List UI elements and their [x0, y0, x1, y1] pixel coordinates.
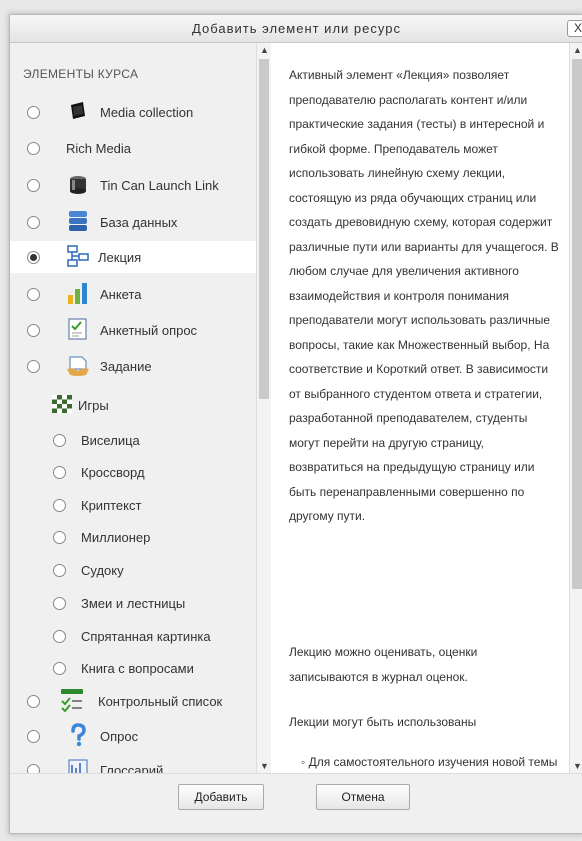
option-label: Виселица: [81, 433, 140, 448]
radio-button[interactable]: [27, 360, 40, 373]
dialog-title: Добавить элемент или ресурс: [192, 21, 401, 36]
description-pane: Активный элемент «Лекция» позволяет преп…: [271, 43, 569, 773]
lesson-icon: [67, 245, 89, 267]
option-game[interactable]: Судоку: [10, 554, 256, 586]
option-label: Tin Can Launch Link: [100, 178, 219, 193]
option-game[interactable]: Криптекст: [10, 489, 256, 521]
bullet-text: Для самостоятельного изучения новой темы: [308, 755, 558, 769]
group-label: Игры: [78, 398, 109, 413]
survey-icon: [68, 318, 87, 340]
option-tin-can[interactable]: Tin Can Launch Link: [10, 169, 256, 201]
option-game[interactable]: Спрятанная картинка: [10, 620, 256, 652]
description-bullet: ◦ Для самостоятельного изучения новой те…: [301, 750, 557, 773]
option-label: Media collection: [100, 105, 194, 120]
radio-button[interactable]: [53, 630, 66, 643]
right-scrollbar[interactable]: ▲ ▼: [569, 43, 582, 773]
close-button[interactable]: X: [567, 20, 582, 37]
radio-button[interactable]: [27, 695, 40, 708]
option-rich-media[interactable]: Rich Media: [10, 132, 256, 164]
description-paragraph: Лекции могут быть использованы: [289, 715, 477, 729]
option-label: Миллионер: [81, 530, 151, 545]
scroll-up-arrow-icon[interactable]: ▲: [573, 45, 582, 55]
option-label: Спрятанная картинка: [81, 629, 211, 644]
radio-button[interactable]: [27, 764, 40, 773]
radio-button[interactable]: [53, 466, 66, 479]
option-questionnaire[interactable]: Анкета: [10, 278, 256, 310]
radio-button[interactable]: [27, 730, 40, 743]
option-label: Глоссарий: [100, 763, 164, 773]
dialog-titlebar: Добавить элемент или ресурс X: [10, 15, 582, 43]
option-label: Змеи и лестницы: [81, 596, 186, 611]
option-game[interactable]: Кроссворд: [10, 456, 256, 488]
option-label: Опрос: [100, 729, 139, 744]
section-heading: ЭЛЕМЕНТЫ КУРСА: [23, 67, 139, 81]
radio-button[interactable]: [53, 434, 66, 447]
option-assignment[interactable]: Задание: [10, 350, 256, 382]
radio-button[interactable]: [53, 662, 66, 675]
scroll-up-arrow-icon[interactable]: ▲: [260, 45, 269, 55]
glossary-icon: [68, 759, 88, 773]
games-group: Игры: [10, 389, 256, 421]
option-label: Кроссворд: [81, 465, 145, 480]
radio-button[interactable]: [27, 106, 40, 119]
description-paragraph: Лекцию можно оценивать, оценки записываю…: [289, 645, 478, 684]
games-icon: [52, 395, 72, 413]
option-choice[interactable]: Опрос: [10, 720, 256, 752]
scroll-down-arrow-icon[interactable]: ▼: [260, 761, 269, 771]
option-label: Rich Media: [66, 141, 132, 156]
left-scrollbar[interactable]: ▲ ▼: [256, 43, 271, 773]
bullet-marker-icon: ◦: [301, 755, 309, 769]
add-activity-dialog: Добавить элемент или ресурс X ЭЛЕМЕНТЫ К…: [9, 14, 582, 834]
radio-button[interactable]: [27, 142, 40, 155]
radio-button[interactable]: [27, 216, 40, 229]
assignment-icon: [67, 356, 89, 376]
radio-button[interactable]: [27, 179, 40, 192]
option-game[interactable]: Змеи и лестницы: [10, 587, 256, 619]
option-game[interactable]: Виселица: [10, 424, 256, 456]
activity-list: ЭЛЕМЕНТЫ КУРСА Media collection Rich Med…: [10, 43, 256, 773]
option-label: Лекция: [98, 250, 142, 265]
questionnaire-icon: [68, 283, 87, 304]
radio-button[interactable]: [53, 597, 66, 610]
option-game[interactable]: Миллионер: [10, 521, 256, 553]
radio-button-checked[interactable]: [27, 251, 40, 264]
database-icon: [69, 211, 87, 231]
option-label: Анкета: [100, 287, 142, 302]
option-label: Судоку: [81, 563, 124, 578]
option-media-collection[interactable]: Media collection: [10, 96, 256, 128]
option-lesson[interactable]: Лекция: [10, 241, 256, 273]
scrollbar-thumb[interactable]: [259, 59, 269, 399]
option-label: Контрольный список: [98, 694, 223, 709]
checklist-icon: [61, 689, 83, 712]
option-label: Книга с вопросами: [81, 661, 194, 676]
option-glossary[interactable]: Глоссарий: [10, 754, 256, 773]
radio-button[interactable]: [27, 288, 40, 301]
cancel-button[interactable]: Отмена: [316, 784, 410, 810]
radio-button[interactable]: [27, 324, 40, 337]
option-label: Криптекст: [81, 498, 142, 513]
option-database[interactable]: База данных: [10, 206, 256, 238]
scrollbar-thumb[interactable]: [572, 59, 582, 589]
scroll-down-arrow-icon[interactable]: ▼: [573, 761, 582, 771]
option-game[interactable]: Книга с вопросами: [10, 652, 256, 684]
description-paragraph: Активный элемент «Лекция» позволяет преп…: [289, 68, 559, 523]
radio-button[interactable]: [53, 531, 66, 544]
radio-button[interactable]: [53, 499, 66, 512]
option-label: Анкетный опрос: [100, 323, 198, 338]
option-survey[interactable]: Анкетный опрос: [10, 314, 256, 346]
tincan-icon: [70, 176, 86, 194]
choice-icon: [71, 723, 86, 747]
media-collection-icon: [71, 102, 85, 119]
option-label: Задание: [100, 359, 152, 374]
dialog-footer: Добавить Отмена: [10, 773, 582, 833]
radio-button[interactable]: [53, 564, 66, 577]
option-label: База данных: [100, 215, 178, 230]
option-checklist[interactable]: Контрольный список: [10, 685, 256, 717]
add-button[interactable]: Добавить: [178, 784, 264, 810]
